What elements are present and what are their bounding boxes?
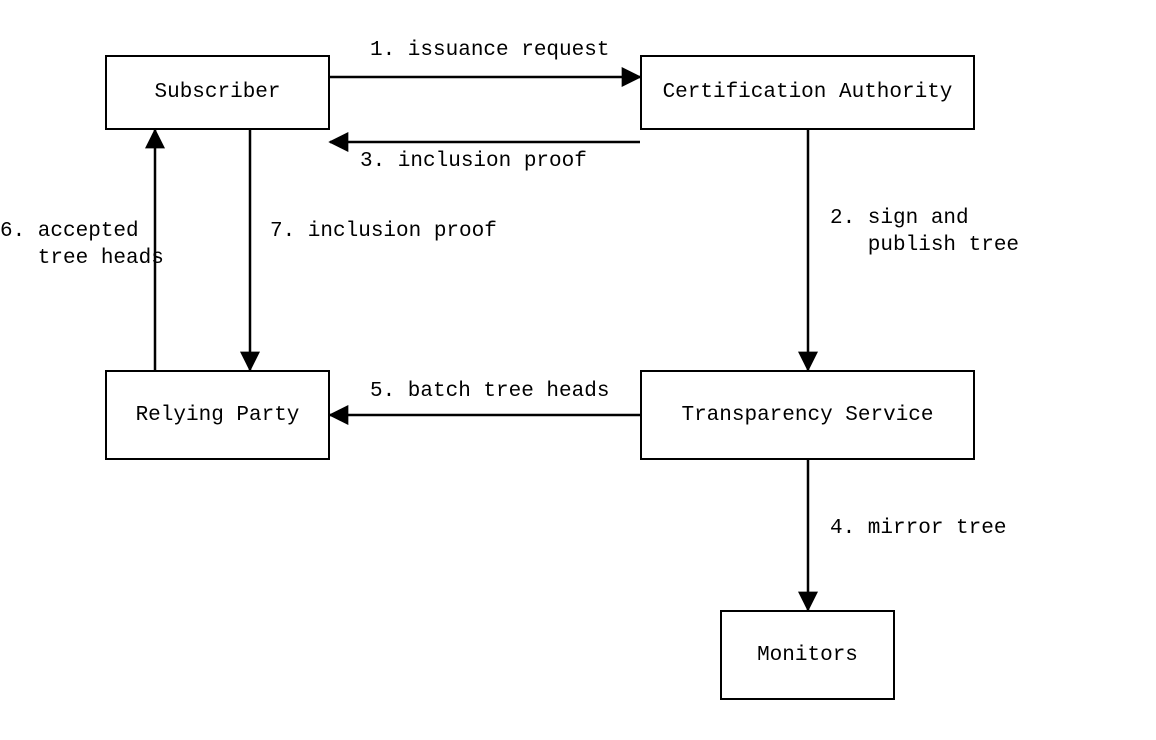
node-transparency-service: Transparency Service — [640, 370, 975, 460]
node-relying-party-label: Relying Party — [136, 404, 300, 427]
edge-label-6-line2: tree heads — [0, 245, 164, 272]
node-transparency-service-label: Transparency Service — [681, 404, 933, 427]
node-ca-label: Certification Authority — [663, 81, 953, 104]
node-monitors: Monitors — [720, 610, 895, 700]
diagram-canvas: Subscriber Certification Authority Relyi… — [0, 0, 1156, 740]
node-monitors-label: Monitors — [757, 644, 858, 667]
edge-label-4: 4. mirror tree — [830, 515, 1006, 542]
node-certification-authority: Certification Authority — [640, 55, 975, 130]
node-subscriber: Subscriber — [105, 55, 330, 130]
edge-label-1: 1. issuance request — [370, 37, 609, 64]
edge-label-7: 7. inclusion proof — [270, 218, 497, 245]
edge-label-6-line1: 6. accepted — [0, 218, 139, 245]
edge-label-3: 3. inclusion proof — [360, 148, 587, 175]
node-subscriber-label: Subscriber — [154, 81, 280, 104]
node-relying-party: Relying Party — [105, 370, 330, 460]
edge-label-5: 5. batch tree heads — [370, 378, 609, 405]
edge-label-2-line2: publish tree — [830, 232, 1019, 259]
edge-label-2-line1: 2. sign and — [830, 205, 969, 232]
